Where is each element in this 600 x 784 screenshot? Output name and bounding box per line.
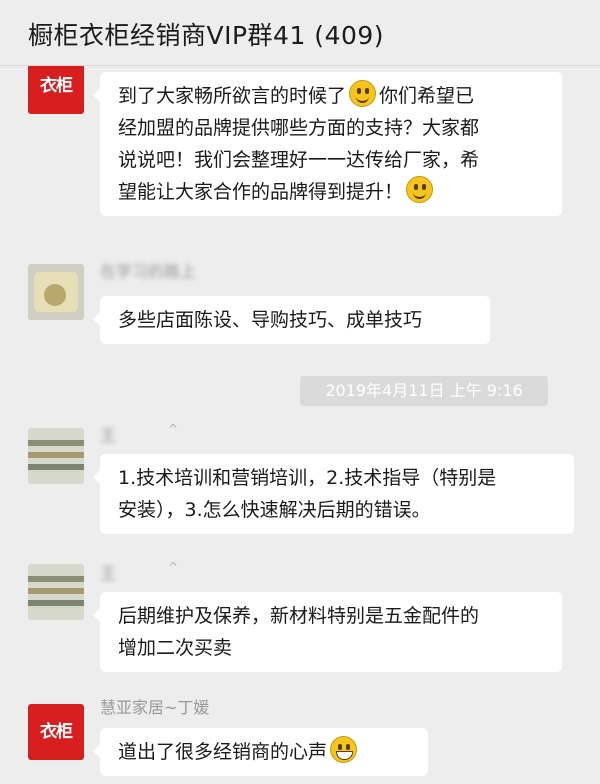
- message-line: 经加盟的品牌提供哪些方面的支持？大家都: [118, 117, 480, 139]
- avatar[interactable]: 衣柜: [28, 704, 84, 760]
- chat-header: 橱柜衣柜经销商VIP群41 (409): [0, 0, 600, 66]
- sender-caret: ^: [168, 560, 179, 574]
- smile-icon: [349, 80, 377, 107]
- sender-caret: ^: [168, 422, 179, 436]
- message-bubble[interactable]: 1.技术培训和营销培训，2.技术指导（特别是 安装），3.怎么快速解决后期的错误…: [93, 454, 574, 534]
- message-line: 到了大家畅所欲言的时候了 你们希望已: [118, 80, 544, 112]
- chat-area[interactable]: 衣柜 到了大家畅所欲言的时候了 你们希望已 经加盟的品牌提供哪些方面的支持？大家都…: [0, 66, 600, 784]
- sender-name: 王: [100, 426, 117, 445]
- message-line: 说说吧！我们会整理好一一达传给厂家，希: [118, 149, 480, 171]
- brand-logo-icon: 衣柜: [40, 76, 73, 96]
- grin-icon: [330, 736, 358, 763]
- sender-name: 在学习的路上: [100, 262, 197, 281]
- message-line: 1.技术培训和营销培训，2.技术指导（特别是: [118, 467, 497, 489]
- message-line: 安装），3.怎么快速解决后期的错误。: [118, 499, 431, 521]
- message-line: 望能让大家合作的品牌得到提升！: [118, 176, 544, 208]
- message-line: 后期维护及保养，新材料特别是五金配件的: [118, 605, 480, 627]
- message-bubble[interactable]: 到了大家畅所欲言的时候了 你们希望已 经加盟的品牌提供哪些方面的支持？大家都 说说…: [93, 72, 562, 216]
- message-line: 多些店面陈设、导购技巧、成单技巧: [118, 309, 423, 331]
- message-bubble[interactable]: 多些店面陈设、导购技巧、成单技巧: [93, 296, 490, 344]
- brand-logo-icon: 衣柜: [40, 722, 73, 742]
- smile-icon: [406, 176, 434, 203]
- timestamp-badge: 2019年4月11日 上午 9:16: [300, 376, 548, 406]
- message-bubble[interactable]: 道出了很多经销商的心声: [93, 728, 428, 776]
- avatar[interactable]: 衣柜: [28, 66, 84, 114]
- message-line: 道出了很多经销商的心声: [118, 736, 410, 768]
- sender-name: 王: [100, 564, 117, 583]
- sender-name: 慧亚家居~丁媛: [100, 698, 210, 717]
- message-line: 增加二次买卖: [118, 637, 233, 659]
- avatar[interactable]: [28, 264, 84, 320]
- group-title: 橱柜衣柜经销商VIP群41 (409): [28, 21, 385, 50]
- avatar[interactable]: [28, 428, 84, 484]
- message-bubble[interactable]: 后期维护及保养，新材料特别是五金配件的 增加二次买卖: [93, 592, 562, 672]
- avatar[interactable]: [28, 564, 84, 620]
